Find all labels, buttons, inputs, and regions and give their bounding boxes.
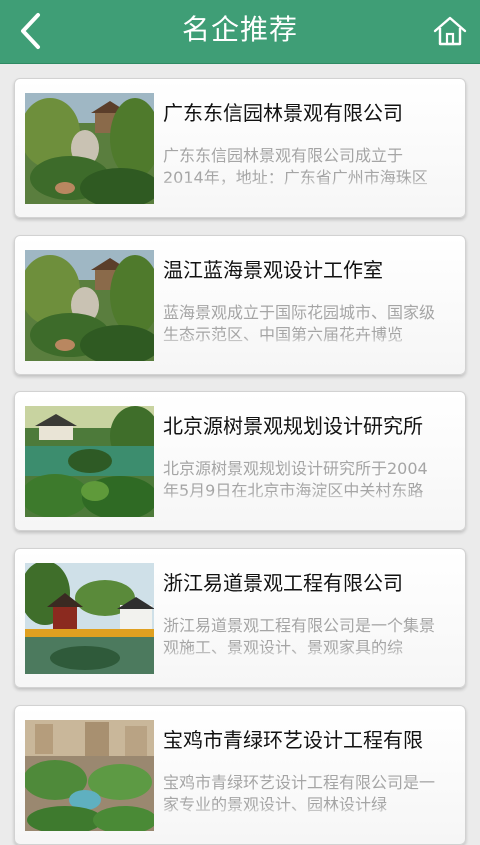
- company-description: 北京源树景观规划设计研究所于2004年5月9日在北京市海淀区中关村东路: [163, 458, 441, 504]
- company-description: 浙江易道景观工程有限公司是一个集景观施工、景观设计、景观家具的综: [163, 615, 441, 661]
- company-description: 蓝海景观成立于国际花园城市、国家级生态示范区、中国第六届花卉博览: [163, 302, 441, 348]
- company-name: 北京源树景观规划设计研究所: [163, 414, 423, 438]
- page-title: 名企推荐: [181, 13, 298, 46]
- company-description: 宝鸡市青绿环艺设计工程有限公司是一家专业的景观设计、园林设计绿: [163, 772, 441, 818]
- company-card[interactable]: 广东东信园林景观有限公司 广东东信园林景观有限公司成立于2014年，地址：广东省…: [14, 78, 466, 218]
- company-card[interactable]: 温江蓝海景观设计工作室 蓝海景观成立于国际花园城市、国家级生态示范区、中国第六届…: [14, 235, 466, 375]
- company-name: 温江蓝海景观设计工作室: [163, 258, 383, 282]
- company-thumbnail: [25, 93, 154, 204]
- company-thumbnail: [25, 406, 154, 517]
- company-thumbnail: [25, 250, 154, 361]
- company-name: 浙江易道景观工程有限公司: [163, 571, 403, 595]
- company-card[interactable]: 宝鸡市青绿环艺设计工程有限 宝鸡市青绿环艺设计工程有限公司是一家专业的景观设计、…: [14, 705, 466, 845]
- home-button[interactable]: [430, 11, 470, 51]
- company-name: 广东东信园林景观有限公司: [163, 101, 403, 125]
- company-description: 广东东信园林景观有限公司成立于2014年，地址：广东省广州市海珠区: [163, 145, 441, 191]
- company-thumbnail: [25, 720, 154, 831]
- company-card[interactable]: 北京源树景观规划设计研究所 北京源树景观规划设计研究所于2004年5月9日在北京…: [14, 391, 466, 531]
- company-name: 宝鸡市青绿环艺设计工程有限: [163, 728, 423, 752]
- company-card[interactable]: 浙江易道景观工程有限公司 浙江易道景观工程有限公司是一个集景观施工、景观设计、景…: [14, 548, 466, 688]
- app-header: 名企推荐: [0, 0, 480, 64]
- company-thumbnail: [25, 563, 154, 674]
- home-icon: [433, 16, 467, 46]
